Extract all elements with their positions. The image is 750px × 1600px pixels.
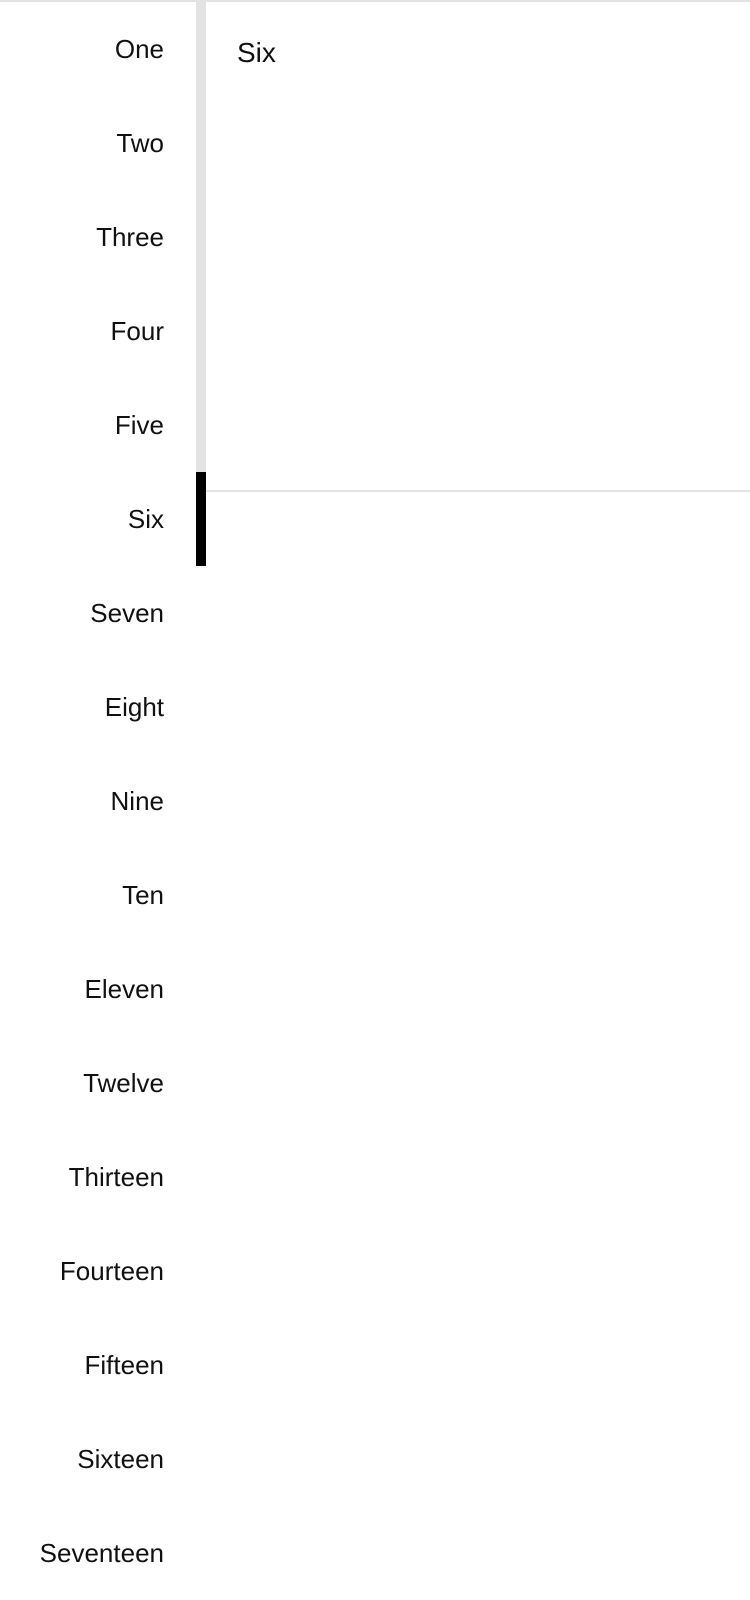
tab-panel-content: Six: [237, 37, 276, 68]
vertical-tabs-app: One Two Three Four Five Six Seven Eight …: [0, 0, 750, 1600]
tab-strip-track: [196, 2, 206, 472]
tab-fifteen[interactable]: Fifteen: [0, 1318, 196, 1412]
tab-seventeen[interactable]: Seventeen: [0, 1506, 196, 1600]
active-tab-indicator: [196, 472, 206, 566]
tab-panel: Six: [206, 2, 750, 492]
tab-thirteen[interactable]: Thirteen: [0, 1130, 196, 1224]
tab-twelve[interactable]: Twelve: [0, 1036, 196, 1130]
tab-fourteen[interactable]: Fourteen: [0, 1224, 196, 1318]
tab-ten[interactable]: Ten: [0, 848, 196, 942]
tab-eleven[interactable]: Eleven: [0, 942, 196, 1036]
tab-nine[interactable]: Nine: [0, 754, 196, 848]
tab-seven[interactable]: Seven: [0, 566, 196, 660]
tab-eight[interactable]: Eight: [0, 660, 196, 754]
tab-six[interactable]: Six: [0, 472, 196, 566]
tab-one[interactable]: One: [0, 2, 196, 96]
tab-sixteen[interactable]: Sixteen: [0, 1412, 196, 1506]
tab-list: One Two Three Four Five Six Seven Eight …: [0, 2, 196, 1600]
tab-four[interactable]: Four: [0, 284, 196, 378]
tab-two[interactable]: Two: [0, 96, 196, 190]
tab-three[interactable]: Three: [0, 190, 196, 284]
tab-five[interactable]: Five: [0, 378, 196, 472]
